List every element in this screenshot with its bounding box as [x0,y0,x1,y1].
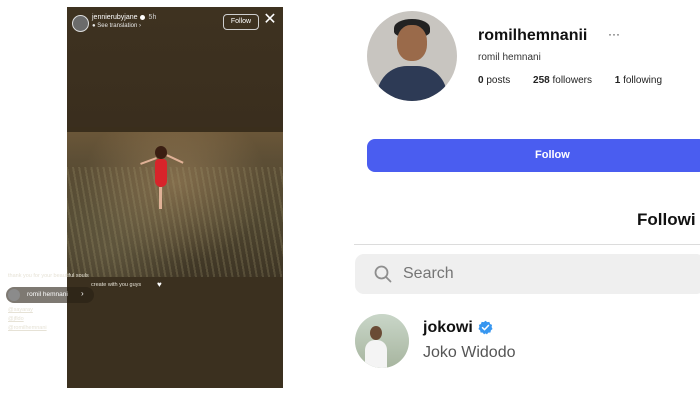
mention-avatar [8,289,20,301]
following-count: 1 [614,75,621,86]
follow-button-label: Follow [535,149,570,161]
story-tag[interactable]: @jfldo [8,316,24,322]
posts-stat: 0 posts [478,75,520,86]
globe-icon: ● [92,23,96,29]
user-avatar[interactable] [355,314,409,368]
chevron-right-icon: › [81,289,84,298]
posts-label: posts [486,75,511,86]
see-translation-label: See translation [97,23,138,29]
followers-count: 258 [533,75,550,86]
profile-avatar-shirt [377,66,447,101]
followers-label: followers [552,75,592,86]
story-progress-segment [210,2,242,4]
user-avatar-head [370,326,382,340]
story-progress-segment [140,2,172,4]
heart-icon: ♥ [157,280,162,289]
story-progress-segment [175,2,207,4]
story-progress-segment [105,2,137,4]
following-label: following [623,75,663,86]
search-icon [374,265,392,283]
story-username[interactable]: jennierubyjane [92,14,138,21]
story-progress-segment [245,2,279,4]
story-avatar[interactable] [72,15,89,32]
profile-username: romilhemnanii [478,27,588,44]
posts-count: 0 [478,75,484,86]
profile-avatar[interactable] [367,11,457,101]
more-options-icon[interactable]: ··· [608,27,620,41]
profile-full-name: romil hemnani [478,52,541,63]
mention-name[interactable]: romil hemnani [27,291,68,298]
story-username-row[interactable]: jennierubyjane 5h [92,14,156,21]
story-tag[interactable]: @sayaray [8,307,33,313]
story-tag[interactable]: @romilhemnani [8,325,47,331]
verified-icon [139,14,145,20]
see-translation-link[interactable]: ● See translation › [92,23,141,29]
story-caption-line2: create with you guys [91,282,142,288]
followers-stat[interactable]: 258 followers [533,75,602,86]
follow-button[interactable]: Follow [367,139,700,172]
story-progress-segment [70,2,102,4]
divider [354,244,700,245]
story-follow-button[interactable]: Follow [223,14,259,30]
user-avatar-body [365,340,387,368]
close-icon[interactable]: ✕ [263,12,277,28]
profile-avatar-face [397,25,427,61]
following-stat[interactable]: 1 following [615,75,672,86]
user-handle[interactable]: jokowi [423,319,473,337]
verified-badge-icon [478,320,493,335]
user-full-name: Joko Widodo [423,344,516,361]
story-caption-line1: thank you for your beautiful souls [8,273,89,279]
story-overlay: jennierubyjane 5h ● See translation › Fol… [67,7,283,388]
following-panel-title: Followi [637,210,696,229]
story-time: 5h [148,14,157,21]
search-input[interactable] [403,265,603,283]
profile-stats: 0 posts 258 followers 1 following [478,75,682,86]
